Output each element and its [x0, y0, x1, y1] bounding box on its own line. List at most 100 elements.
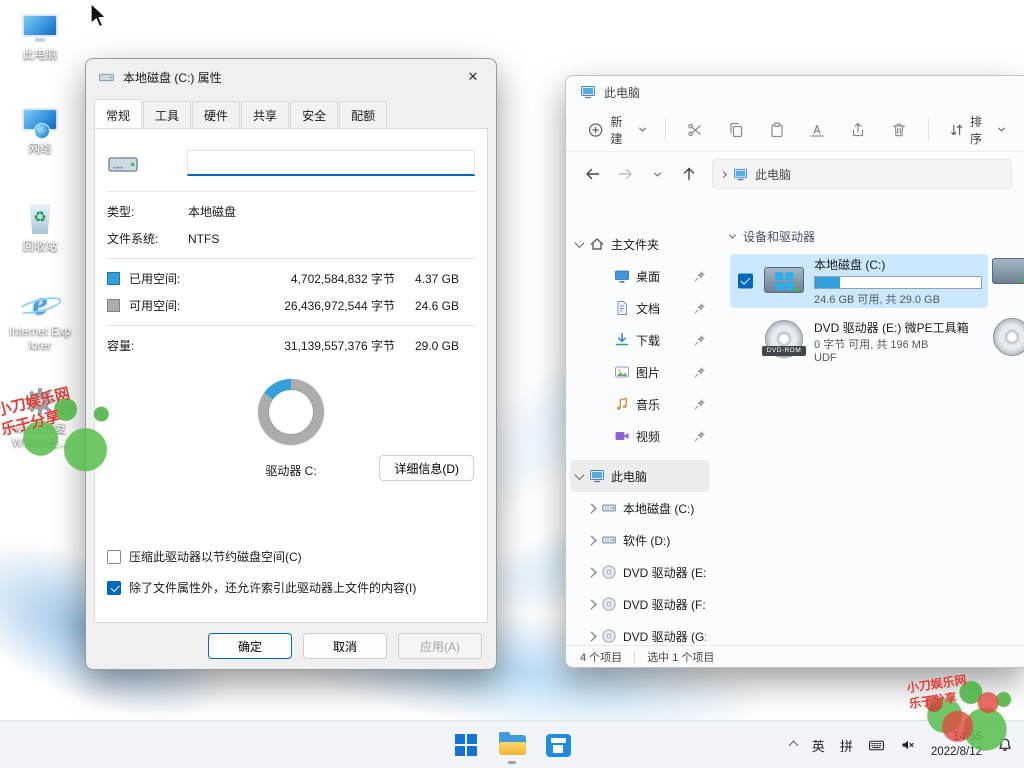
sidebar-item-pictures[interactable]: 图片 — [570, 356, 710, 388]
tray-ime-indicator[interactable]: 拼 — [833, 725, 860, 765]
new-button[interactable]: 新建 — [578, 114, 655, 146]
sidebar-item-music[interactable]: 音乐 — [570, 388, 710, 420]
breadcrumb[interactable]: 此电脑 — [712, 159, 1012, 189]
desktop-icon-internet-explorer[interactable]: e Internet Explorer — [8, 285, 72, 354]
tray-expand-button[interactable] — [783, 725, 804, 765]
desktop-icon-label: Internet Explorer — [8, 326, 72, 354]
sidebar-item-dvd-f[interactable]: DVD 驱动器 (F:) — [570, 588, 710, 620]
tab-sharing[interactable]: 共享 — [241, 101, 289, 130]
breadcrumb-segment[interactable]: 此电脑 — [755, 166, 791, 183]
explorer-titlebar[interactable]: 此电脑 — [566, 76, 1024, 108]
tab-quota[interactable]: 配额 — [339, 101, 387, 130]
sidebar-item-desktop[interactable]: 桌面 — [570, 260, 710, 292]
desktop-icon-win11-restore[interactable]: win11恢复 WIN10经... — [8, 382, 72, 451]
tray-language-indicator[interactable]: 英 — [805, 725, 832, 765]
properties-dialog: 本地磁盘 (C:) 属性 ✕ 常规 工具 硬件 共享 安全 配额 类型: 本地磁… — [85, 58, 497, 670]
dialog-titlebar[interactable]: 本地磁盘 (C:) 属性 ✕ — [86, 59, 496, 95]
chevron-right-icon — [720, 170, 727, 177]
drive-filesystem: UDF — [814, 352, 982, 364]
drive-icon — [601, 500, 617, 516]
paste-icon — [769, 122, 785, 138]
chevron-right-icon — [587, 631, 597, 641]
drive-tile-partial[interactable] — [990, 254, 1024, 290]
chevron-right-icon — [587, 567, 597, 577]
sort-button-label: 排序 — [970, 113, 993, 147]
drive-tile-dvd-e[interactable]: DVD-ROM DVD 驱动器 (E:) 微PE工具箱 0 字节 可用, 共 1… — [730, 314, 988, 368]
sidebar-item-dvd-e[interactable]: DVD 驱动器 (E:) — [570, 556, 710, 588]
drive-icon — [762, 263, 806, 299]
dialog-title: 本地磁盘 (C:) 属性 — [123, 69, 222, 86]
drive-usage-bar — [814, 276, 982, 289]
index-checkbox[interactable] — [107, 581, 121, 595]
desktop-icon-recycle-bin[interactable]: ♻ 回收站 — [8, 200, 72, 255]
dvd-disc-icon — [990, 318, 1024, 360]
compress-checkbox-label: 压缩此驱动器以节约磁盘空间(C) — [129, 548, 302, 565]
checkbox-checked-icon[interactable] — [738, 274, 753, 289]
drive-free-space: 0 字节 可用, 共 196 MB — [814, 336, 982, 352]
details-button[interactable]: 详细信息(D) — [379, 455, 474, 481]
sidebar-item-videos[interactable]: 视频 — [570, 420, 710, 452]
tab-general[interactable]: 常规 — [94, 99, 142, 128]
sort-button[interactable]: 排序 — [941, 114, 1012, 146]
tray-time: 14:55 — [931, 730, 982, 745]
touch-keyboard-button[interactable] — [861, 725, 892, 765]
free-space-swatch — [107, 299, 120, 312]
desktop-icon-this-pc[interactable]: 此电脑 — [8, 8, 72, 63]
ok-button[interactable]: 确定 — [208, 633, 292, 659]
share-icon — [850, 122, 866, 138]
tab-security[interactable]: 安全 — [290, 101, 338, 130]
cancel-button[interactable]: 取消 — [303, 633, 387, 659]
video-icon — [614, 428, 630, 444]
tab-tools[interactable]: 工具 — [143, 101, 191, 130]
sidebar-item-this-pc[interactable]: 此电脑 — [570, 460, 710, 492]
apply-button[interactable]: 应用(A) — [398, 633, 482, 659]
forward-button[interactable] — [610, 159, 640, 189]
notification-center-button[interactable] — [990, 725, 1020, 765]
sidebar-item-label: DVD 驱动器 (E:) — [623, 564, 706, 581]
internet-explorer-icon: e — [8, 285, 72, 323]
up-button[interactable] — [674, 159, 704, 189]
taskbar-explorer-button[interactable] — [492, 725, 532, 765]
document-icon — [614, 300, 630, 316]
drive-tile-partial[interactable] — [990, 318, 1024, 360]
compress-checkbox[interactable] — [107, 550, 121, 564]
share-button[interactable] — [840, 114, 877, 146]
sidebar-item-local-disk-c[interactable]: 本地磁盘 (C:) — [570, 492, 710, 524]
desktop-icon-network[interactable]: 网络 — [8, 102, 72, 157]
sidebar-item-downloads[interactable]: 下载 — [570, 324, 710, 356]
sidebar-item-software-d[interactable]: 软件 (D:) — [570, 524, 710, 556]
group-header-devices-and-drives[interactable]: 设备和驱动器 — [730, 224, 1024, 248]
volume-label-input[interactable] — [187, 150, 475, 176]
explorer-command-bar: 新建 排序 — [566, 108, 1024, 152]
store-icon — [546, 734, 571, 757]
watermark-line2: 乐于分享 — [908, 681, 1021, 713]
clock[interactable]: 14:55 2022/8/12 — [924, 730, 989, 760]
recent-locations-button[interactable] — [642, 159, 672, 189]
disc-icon — [601, 628, 617, 644]
start-button[interactable] — [446, 725, 486, 765]
filesystem-label: 文件系统: — [107, 230, 188, 247]
sidebar-item-label: 桌面 — [636, 268, 688, 285]
drive-icon — [990, 254, 1024, 290]
sidebar-item-label: 此电脑 — [611, 468, 706, 485]
volume-button[interactable] — [893, 725, 923, 765]
desktop: { "colors": { "accent": "#0067c0", "used… — [0, 0, 1024, 768]
cut-button[interactable] — [676, 114, 713, 146]
recycle-bin-icon: ♻ — [8, 200, 72, 238]
paste-button[interactable] — [758, 114, 795, 146]
rename-button[interactable] — [799, 114, 836, 146]
sidebar-item-label: 图片 — [636, 364, 688, 381]
delete-button[interactable] — [881, 114, 918, 146]
taskbar-store-button[interactable] — [538, 725, 578, 765]
drive-tile-local-disk-c[interactable]: 本地磁盘 (C:) 24.6 GB 可用, 共 29.0 GB — [730, 254, 988, 308]
pin-icon — [694, 270, 706, 282]
close-button[interactable]: ✕ — [450, 59, 496, 95]
copy-button[interactable] — [717, 114, 754, 146]
back-button[interactable] — [578, 159, 608, 189]
desktop-icon-label: 网络 — [8, 143, 72, 157]
sidebar-item-home[interactable]: 主文件夹 — [570, 228, 710, 260]
pin-icon — [694, 366, 706, 378]
sidebar-item-documents[interactable]: 文档 — [570, 292, 710, 324]
tab-hardware[interactable]: 硬件 — [192, 101, 240, 130]
sidebar-item-dvd-g[interactable]: DVD 驱动器 (G:) — [570, 620, 710, 645]
